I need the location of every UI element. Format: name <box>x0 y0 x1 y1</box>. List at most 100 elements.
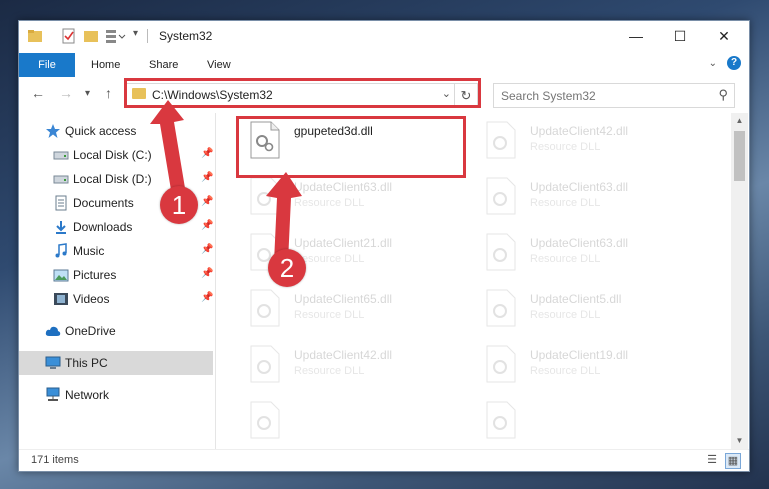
window-title: System32 <box>159 29 213 43</box>
search-icon[interactable]: ⚲ <box>718 87 728 103</box>
dll-file-icon <box>486 289 516 327</box>
cloud-icon <box>45 326 61 336</box>
status-bar: 171 items ☰ ▦ <box>19 449 749 471</box>
address-bar-highlight <box>124 78 481 108</box>
file-tile[interactable] <box>480 395 690 439</box>
file-type: Resource DLL <box>294 309 365 321</box>
vertical-scrollbar[interactable]: ▲ ▼ <box>731 113 748 449</box>
pin-icon[interactable]: 📌 <box>201 292 213 303</box>
sidebar-item-label: Documents <box>73 196 134 210</box>
pin-icon[interactable]: 📌 <box>201 172 213 183</box>
file-tile[interactable]: UpdateClient63.dll Resource DLL <box>480 227 690 277</box>
dll-file-icon <box>486 401 516 439</box>
sidebar-item-label: Downloads <box>73 220 133 234</box>
dll-file-icon <box>250 177 280 215</box>
back-arrow-icon[interactable]: ← <box>31 85 45 101</box>
pin-icon[interactable]: 📌 <box>201 220 213 231</box>
maximize-button[interactable]: ☐ <box>657 21 703 51</box>
tab-share[interactable]: Share <box>149 53 178 77</box>
tab-home[interactable]: Home <box>91 53 120 77</box>
documents-icon <box>55 195 67 211</box>
sidebar-item-this-pc[interactable]: This PC <box>19 351 213 375</box>
file-type: Resource DLL <box>530 197 601 209</box>
pictures-icon <box>53 269 69 282</box>
computer-icon <box>45 356 61 369</box>
sidebar-item-label: OneDrive <box>65 324 116 338</box>
dll-file-icon <box>486 177 516 215</box>
sidebar-item-label: This PC <box>65 356 108 370</box>
file-name: UpdateClient21.dll <box>294 236 393 250</box>
sidebar-item-label: Pictures <box>73 268 117 282</box>
file-type: Resource DLL <box>530 365 601 377</box>
music-icon <box>55 243 67 258</box>
file-type: Resource DLL <box>530 253 601 265</box>
dll-file-icon <box>486 345 516 383</box>
pin-icon[interactable]: 📌 <box>201 268 213 279</box>
sidebar-item-label: Videos <box>73 292 110 306</box>
sidebar-item-label: Network <box>65 388 110 402</box>
sidebar-item-onedrive[interactable]: OneDrive <box>19 319 213 343</box>
navigation-pane: Quick access Local Disk (C:) 📌 Local Dis… <box>19 113 215 449</box>
file-type: Resource DLL <box>294 365 365 377</box>
file-name: UpdateClient63.dll <box>530 180 629 194</box>
customize-toolbar-icon[interactable] <box>105 28 127 44</box>
close-button[interactable]: ✕ <box>701 21 747 51</box>
network-icon <box>46 387 60 401</box>
sidebar-item-music[interactable]: Music 📌 <box>19 239 213 263</box>
dll-file-icon <box>250 401 280 439</box>
sidebar-item-pictures[interactable]: Pictures 📌 <box>19 263 213 287</box>
forward-arrow-icon[interactable]: → <box>59 85 73 101</box>
dll-file-icon <box>486 121 516 159</box>
videos-icon <box>54 293 68 305</box>
pin-icon[interactable]: 📌 <box>201 244 213 255</box>
sidebar-item-label: Local Disk (D:) <box>73 172 152 186</box>
chevron-down-icon[interactable]: ▾ <box>133 28 138 44</box>
folder-icon <box>28 30 42 42</box>
pin-icon[interactable]: 📌 <box>201 148 213 159</box>
search-box[interactable]: ⚲ <box>493 83 735 108</box>
pin-icon[interactable]: 📌 <box>201 196 213 207</box>
sidebar-item-network[interactable]: Network <box>19 383 213 407</box>
help-icon[interactable]: ? <box>727 56 741 70</box>
ribbon-tabs: File Home Share View ⌄ ? <box>19 51 749 78</box>
sidebar-item-quick-access[interactable]: Quick access <box>19 119 213 143</box>
file-tile[interactable]: UpdateClient65.dll Resource DLL <box>244 283 454 333</box>
up-arrow-icon[interactable]: ↑ <box>105 85 112 101</box>
details-view-icon[interactable]: ☰ <box>705 453 719 467</box>
drive-icon <box>53 151 69 160</box>
file-type: Resource DLL <box>530 309 601 321</box>
star-icon <box>46 124 60 138</box>
file-type: Resource DLL <box>294 197 365 209</box>
scroll-down-icon[interactable]: ▼ <box>731 433 748 449</box>
tab-file[interactable]: File <box>19 53 75 77</box>
scrollbar-thumb[interactable] <box>734 131 745 181</box>
dll-file-icon <box>250 289 280 327</box>
sidebar-item-local-disk-c[interactable]: Local Disk (C:) 📌 <box>19 143 213 167</box>
file-name: UpdateClient42.dll <box>294 348 393 362</box>
new-folder-icon[interactable] <box>83 28 99 44</box>
scroll-up-icon[interactable]: ▲ <box>731 113 748 129</box>
file-tile[interactable]: UpdateClient42.dll Resource DLL <box>244 339 454 389</box>
search-input[interactable] <box>494 84 713 107</box>
file-name: UpdateClient42.dll <box>530 124 629 138</box>
sidebar-item-videos[interactable]: Videos 📌 <box>19 287 213 311</box>
file-name: UpdateClient5.dll <box>530 292 622 306</box>
minimize-button[interactable]: — <box>613 21 659 51</box>
step-2-marker: 2 <box>268 249 306 287</box>
tab-view[interactable]: View <box>207 53 231 77</box>
title-bar: ▾ System32 — ☐ ✕ <box>19 21 749 51</box>
file-tile[interactable]: UpdateClient19.dll Resource DLL <box>480 339 690 389</box>
download-icon <box>56 221 66 234</box>
properties-icon[interactable] <box>61 28 77 44</box>
large-icons-view-icon[interactable]: ▦ <box>725 453 741 469</box>
expand-ribbon-icon[interactable]: ⌄ <box>709 58 717 69</box>
title-separator <box>147 29 148 43</box>
dll-file-icon <box>250 345 280 383</box>
recent-locations-icon[interactable]: ▾ <box>85 88 90 99</box>
file-tile[interactable]: UpdateClient5.dll Resource DLL <box>480 283 690 333</box>
file-tile[interactable]: UpdateClient42.dll Resource DLL <box>480 115 690 165</box>
file-tile[interactable]: UpdateClient63.dll Resource DLL <box>480 171 690 221</box>
file-type: Resource DLL <box>530 141 601 153</box>
file-tile[interactable] <box>244 395 454 439</box>
file-tile[interactable]: UpdateClient63.dll Resource DLL <box>244 171 454 221</box>
